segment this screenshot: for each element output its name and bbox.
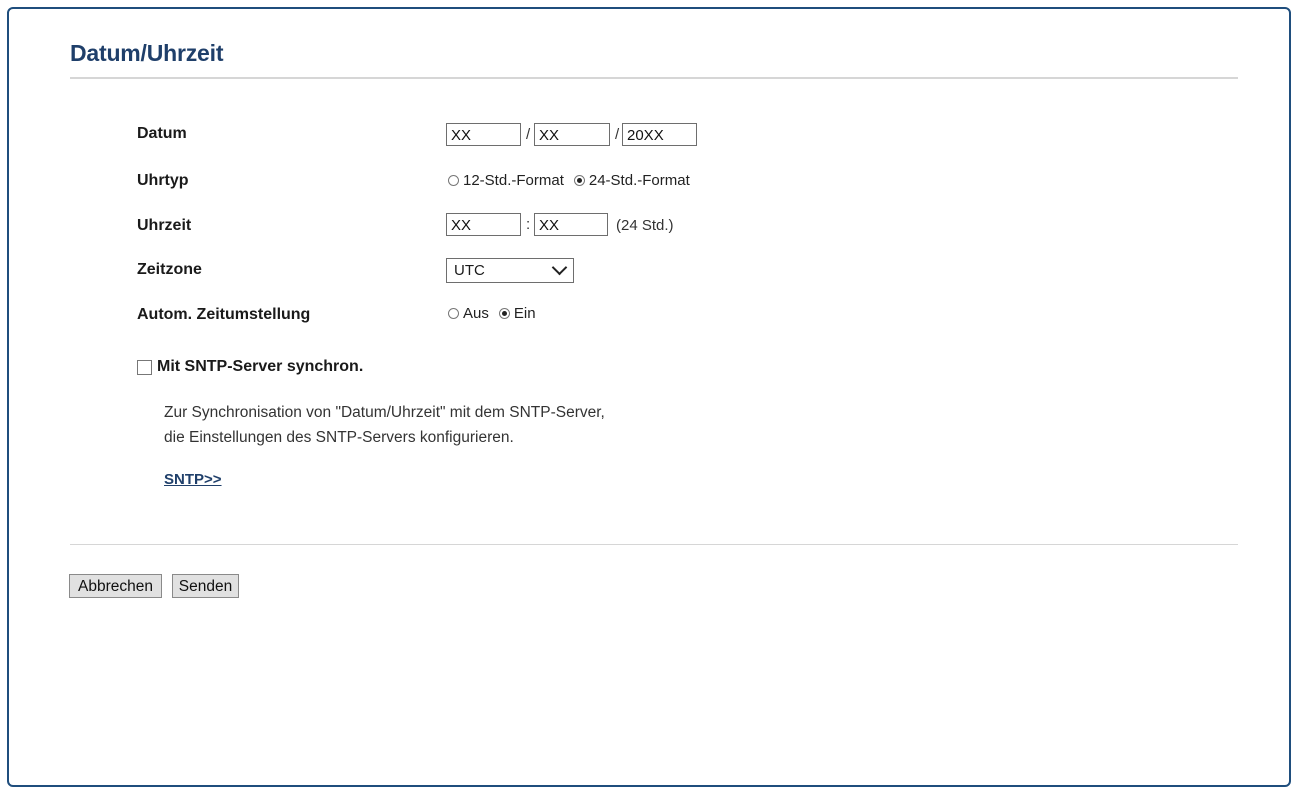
time-separator: : bbox=[526, 216, 531, 233]
time-hour-input[interactable] bbox=[446, 213, 521, 236]
submit-button[interactable]: Senden bbox=[172, 574, 239, 598]
sntp-sync-checkbox[interactable] bbox=[137, 360, 152, 375]
timezone-select[interactable]: UTC bbox=[446, 258, 574, 283]
radio-12h-label: 12-Std.-Format bbox=[463, 172, 564, 189]
sntp-sync-label[interactable]: Mit SNTP-Server synchron. bbox=[157, 358, 363, 376]
date-label: Datum bbox=[137, 125, 187, 142]
title-divider bbox=[70, 77, 1238, 79]
timezone-label: Zeitzone bbox=[137, 261, 202, 278]
timezone-value: UTC bbox=[454, 262, 485, 279]
time-format-note: (24 Std.) bbox=[616, 217, 674, 234]
sntp-description-line2: die Einstellungen des SNTP-Servers konfi… bbox=[164, 429, 514, 446]
radio-dst-off[interactable] bbox=[448, 308, 459, 319]
radio-24h[interactable] bbox=[573, 175, 585, 186]
date-separator: / bbox=[526, 126, 531, 143]
clock-type-radio-group: 12-Std.-Format 24-Std.-Format bbox=[448, 172, 700, 189]
dst-label: Autom. Zeitumstellung bbox=[137, 306, 311, 323]
chevron-down-icon bbox=[551, 259, 568, 276]
date-day-input[interactable] bbox=[446, 123, 521, 146]
date-separator: / bbox=[615, 126, 620, 143]
page-title: Datum/Uhrzeit bbox=[70, 40, 224, 66]
cancel-button[interactable]: Abbrechen bbox=[69, 574, 162, 598]
date-year-input[interactable] bbox=[622, 123, 697, 146]
radio-12h[interactable] bbox=[448, 175, 459, 186]
radio-dst-on[interactable] bbox=[498, 308, 510, 319]
radio-dst-off-label: Aus bbox=[463, 305, 489, 322]
clock-type-label: Uhrtyp bbox=[137, 172, 189, 189]
footer-divider bbox=[70, 544, 1238, 545]
radio-24h-label: 24-Std.-Format bbox=[588, 172, 690, 189]
radio-dst-on-label: Ein bbox=[513, 305, 536, 322]
time-label: Uhrzeit bbox=[137, 217, 192, 234]
time-minute-input[interactable] bbox=[534, 213, 608, 236]
dst-radio-group: Aus Ein bbox=[448, 305, 546, 322]
date-month-input[interactable] bbox=[534, 123, 610, 146]
sntp-description-line1: Zur Synchronisation von "Datum/Uhrzeit" … bbox=[164, 404, 605, 421]
sntp-settings-link[interactable]: SNTP>> bbox=[164, 471, 222, 488]
